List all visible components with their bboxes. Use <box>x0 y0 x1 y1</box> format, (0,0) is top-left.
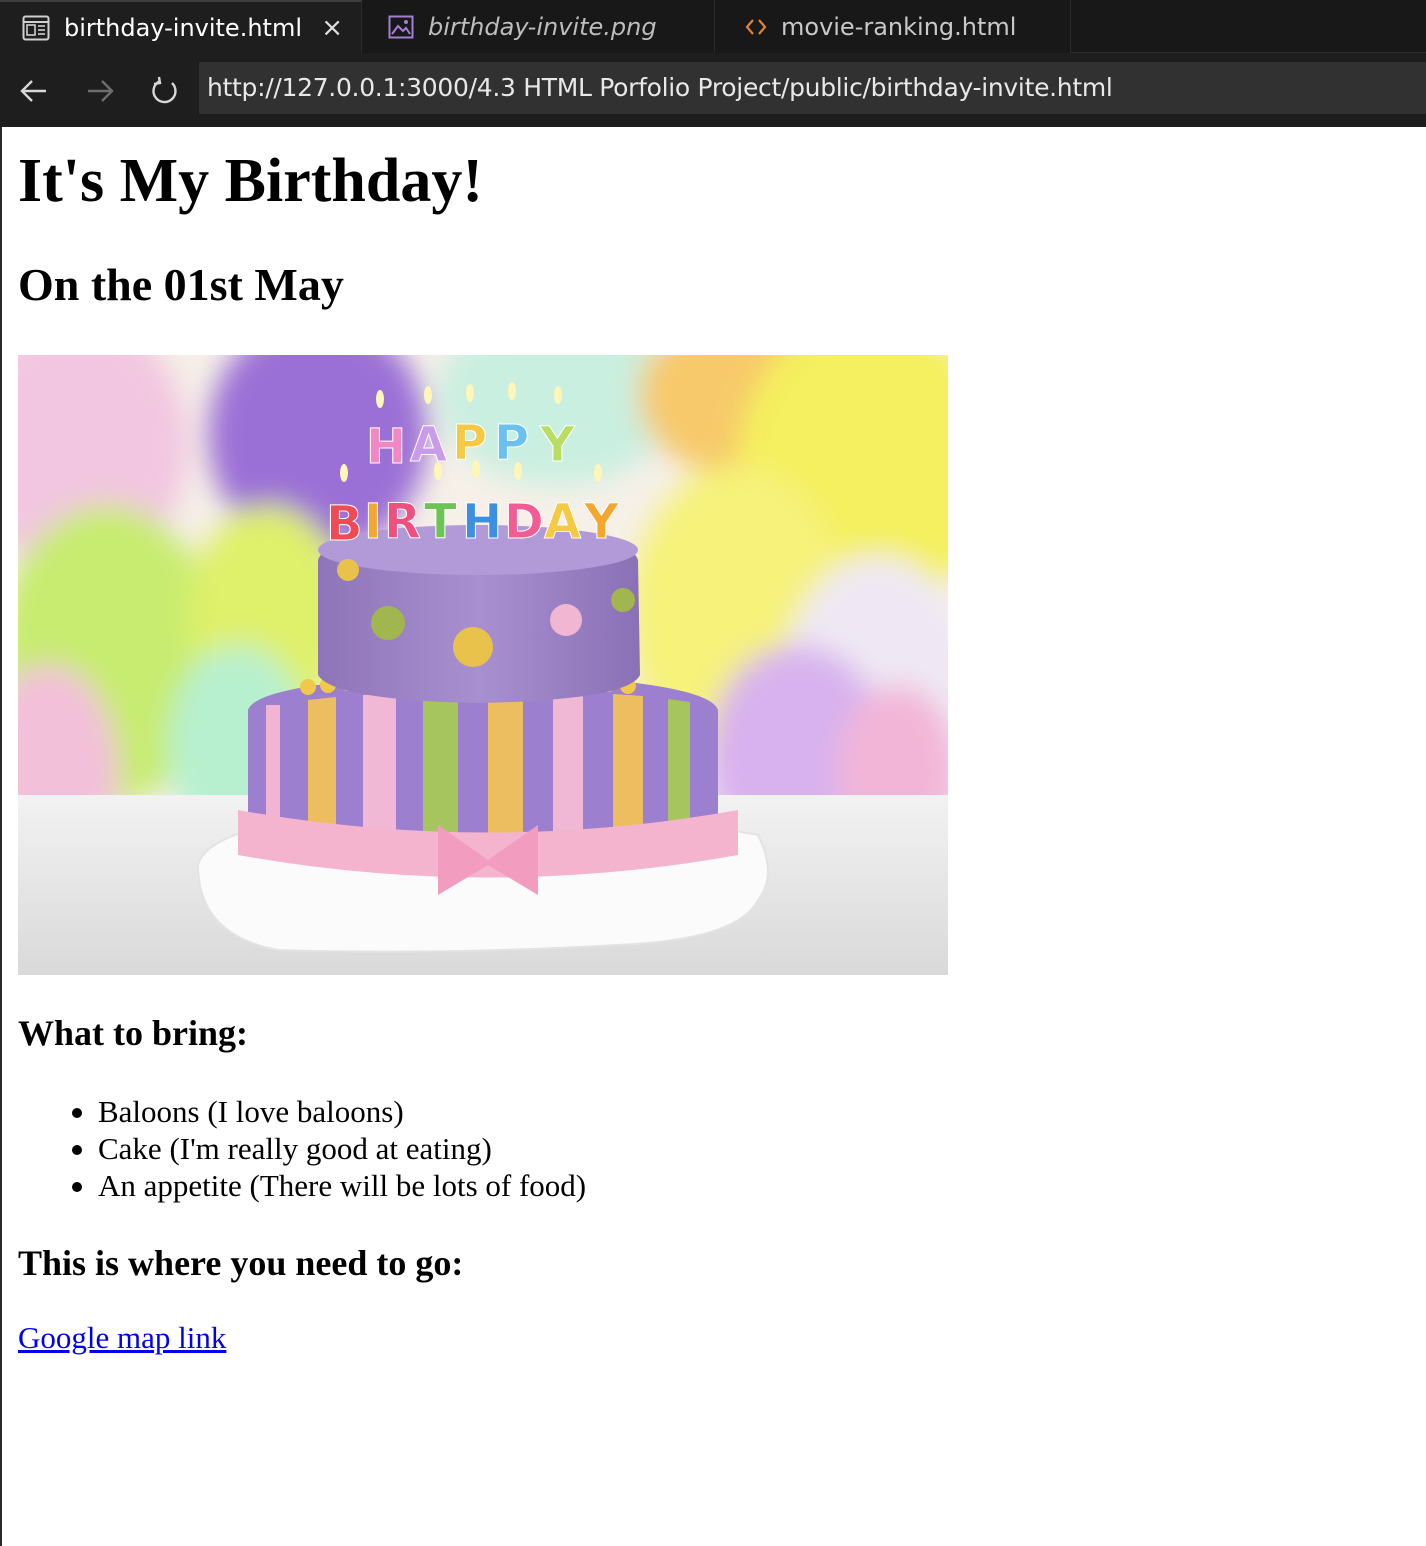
list-item: An appetite (There will be lots of food) <box>18 1167 586 1204</box>
tab-movie-ranking-html[interactable]: movie-ranking.html <box>715 0 1071 53</box>
svg-text:D: D <box>504 494 544 550</box>
tab-birthday-invite-html[interactable]: birthday-invite.html × <box>0 0 362 53</box>
arrow-right-icon <box>88 80 114 102</box>
browser-address-bar: http://127.0.0.1:3000/4.3 HTML Porfolio … <box>0 53 1426 127</box>
image-file-icon <box>388 15 414 39</box>
bullet-icon <box>72 1108 82 1118</box>
what-to-bring-heading: What to bring: <box>18 1013 249 1053</box>
page-title: It's My Birthday! <box>18 147 483 215</box>
tab-label: birthday-invite.png <box>428 12 657 41</box>
svg-text:P: P <box>494 415 529 471</box>
back-button[interactable] <box>14 71 54 111</box>
svg-text:B: B <box>326 496 363 552</box>
tab-bar-empty-area <box>1071 0 1426 52</box>
svg-text:P: P <box>452 415 487 471</box>
svg-text:R: R <box>384 494 421 550</box>
layout-preview-icon <box>22 15 50 41</box>
svg-text:H: H <box>462 494 502 550</box>
tab-label: movie-ranking.html <box>781 12 1017 41</box>
bring-list: Baloons (I love baloons) Cake (I'm reall… <box>18 1093 586 1204</box>
page-subtitle: On the 01st May <box>18 259 344 310</box>
bullet-icon <box>72 1182 82 1192</box>
svg-text:Y: Y <box>583 494 620 550</box>
list-item: Cake (I'm really good at eating) <box>18 1130 586 1167</box>
url-input[interactable]: http://127.0.0.1:3000/4.3 HTML Porfolio … <box>199 62 1426 114</box>
bullet-icon <box>72 1145 82 1155</box>
svg-text:T: T <box>424 494 457 550</box>
svg-text:H: H <box>366 419 406 475</box>
code-brackets-icon <box>745 17 767 37</box>
google-map-link[interactable]: Google map link <box>18 1319 226 1357</box>
list-item-text: Cake (I'm really good at eating) <box>98 1131 492 1166</box>
forward-button[interactable] <box>80 71 120 111</box>
svg-text:A: A <box>410 417 447 473</box>
svg-text:I: I <box>364 494 382 550</box>
svg-text:A: A <box>544 494 581 550</box>
arrow-left-icon <box>20 80 46 102</box>
list-item: Baloons (I love baloons) <box>18 1093 586 1130</box>
list-item-text: An appetite (There will be lots of food) <box>98 1168 587 1203</box>
close-tab-icon[interactable]: × <box>321 13 343 43</box>
birthday-cake-photo: H A P P Y B I R T H D A Y <box>18 355 948 975</box>
list-item-text: Baloons (I love baloons) <box>98 1094 404 1129</box>
reload-icon <box>152 76 177 104</box>
where-to-go-heading: This is where you need to go: <box>18 1243 464 1283</box>
editor-tab-bar: birthday-invite.html × birthday-invite.p… <box>0 0 1426 53</box>
reload-button[interactable] <box>145 71 185 111</box>
tab-birthday-invite-png[interactable]: birthday-invite.png <box>362 0 715 53</box>
rendered-page: It's My Birthday! On the 01st May H A P … <box>0 127 1426 1546</box>
svg-text:Y: Y <box>539 417 576 473</box>
tab-label: birthday-invite.html <box>64 13 302 42</box>
